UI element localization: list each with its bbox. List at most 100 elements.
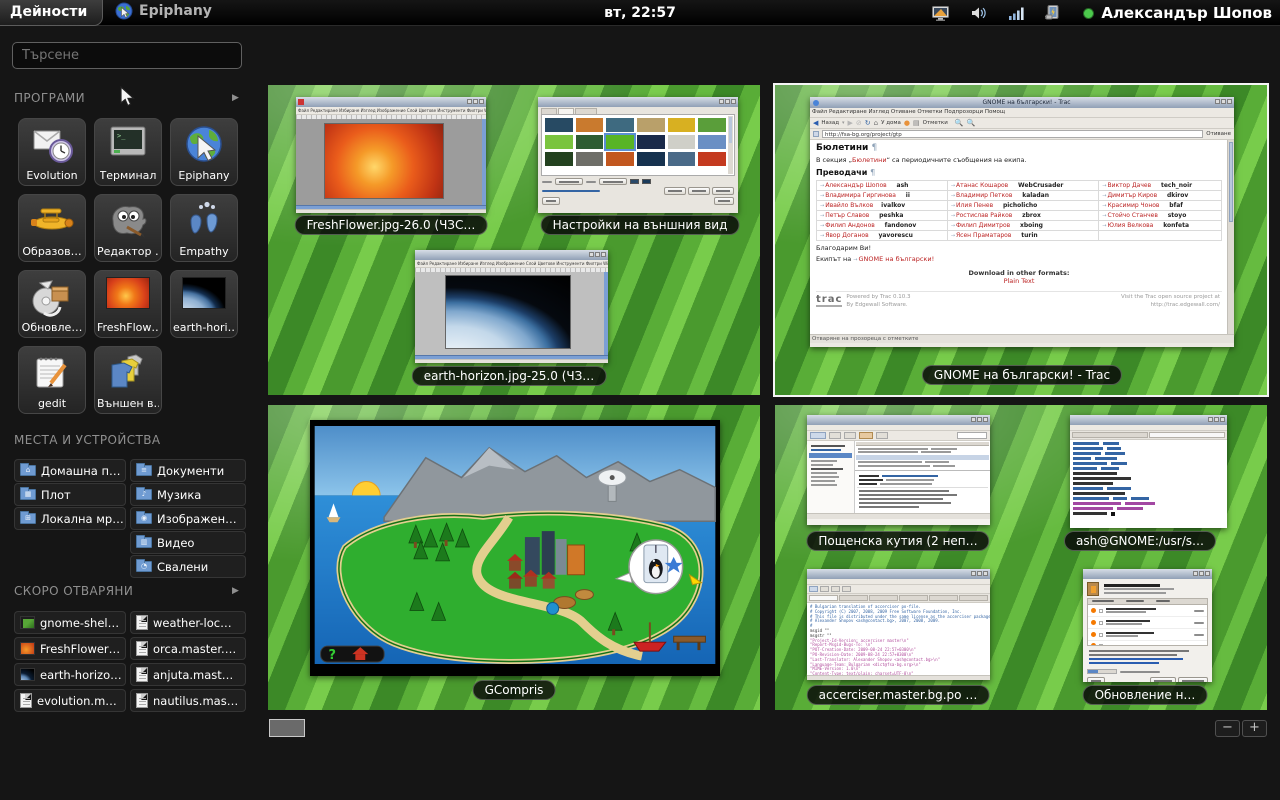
zoom-in-icon[interactable]: 🔍: [955, 119, 964, 127]
document-icon: [136, 641, 148, 656]
svg-text:>_: >_: [117, 132, 126, 140]
place-home[interactable]: ⌂ Домашна п…: [14, 459, 126, 482]
bulletins-link[interactable]: Бюлетини: [852, 156, 887, 164]
software-update-icon: [30, 277, 74, 317]
network-signal-icon[interactable]: [1009, 7, 1025, 20]
place-local-network[interactable]: ⊞ Локална мр…: [14, 507, 126, 530]
svg-text:?: ?: [329, 648, 336, 663]
window-thumb-gcompris[interactable]: ?: [310, 420, 720, 676]
browser-toolbar[interactable]: ◀ Назад ▾ ▶ ⊘ ↻ ⌂ У дома ● ▤ Отметки 🔍 🔍: [810, 118, 1234, 129]
window-thumb-updates[interactable]: [1083, 569, 1212, 682]
url-entry[interactable]: http://fsa-bg.org/project/gtp: [822, 130, 1203, 138]
app-tile-epiphany[interactable]: Epiphany: [170, 118, 238, 186]
plain-text-link[interactable]: Plain Text: [816, 277, 1222, 285]
app-label: Терминал: [100, 169, 157, 182]
battery-icon[interactable]: [1045, 5, 1063, 21]
window-label: Настройки на външния вид: [541, 215, 740, 235]
app-label: earth-hori…: [173, 321, 235, 334]
app-tile-gedit[interactable]: gedit: [18, 346, 86, 414]
network-icon: ⊞: [20, 513, 36, 524]
workspace-bottom-right[interactable]: Пощенска кутия (2 неп…: [775, 405, 1267, 710]
window-buttons: [467, 99, 484, 104]
app-tile-earth-horizon[interactable]: earth-hori…: [170, 270, 238, 338]
bookmarks-icon[interactable]: ▤: [913, 119, 920, 127]
add-workspace-button[interactable]: +: [1242, 720, 1267, 737]
app-tile-empathy[interactable]: Empathy: [170, 194, 238, 262]
window-thumb-terminal[interactable]: [1070, 415, 1227, 528]
team-link[interactable]: GNOME на български!: [858, 255, 934, 263]
videos-folder-icon: ▥: [136, 537, 152, 548]
place-documents[interactable]: ≡ Документи: [130, 459, 246, 482]
recent-gnome-shell[interactable]: gnome-shel…: [14, 611, 126, 634]
recent-header: СКОРО ОТВАРЯНИ: [14, 584, 133, 598]
recent-orca-master[interactable]: orca.master.…: [130, 637, 246, 660]
workspace-top-left[interactable]: Файл Редактиране Избиране Изглед Изображ…: [268, 85, 760, 395]
recent-evolution-master[interactable]: evolution.m…: [14, 689, 126, 712]
place-pictures[interactable]: ◉ Изображен…: [130, 507, 246, 530]
place-downloads[interactable]: ◔ Свалени: [130, 555, 246, 578]
message-area: [855, 441, 990, 513]
bookmarks-label: Отметки: [923, 120, 948, 126]
document-icon: [20, 693, 32, 708]
user-menu[interactable]: Александър Шопов: [1083, 4, 1272, 22]
places-header: МЕСТА И УСТРОЙСТВА: [14, 433, 161, 447]
app-tile-appearance[interactable]: Външен в…: [94, 346, 162, 414]
window-thumb-earth-gimp[interactable]: Файл Редактиране Избиране Изглед Изображ…: [415, 250, 608, 363]
recent-label: earth-horizo…: [40, 668, 122, 682]
place-label: Документи: [157, 464, 224, 478]
recent-anjuta-master[interactable]: anjuta.mast…: [130, 663, 246, 686]
workspace-indicator[interactable]: [269, 719, 305, 737]
browser-menubar[interactable]: Файл Редактиране Изглед Отиване Отметки …: [810, 108, 1234, 118]
place-desktop[interactable]: ▦ Плот: [14, 483, 126, 506]
history-icon[interactable]: ●: [904, 119, 910, 127]
forward-icon[interactable]: ▶: [848, 119, 853, 127]
wallpaper-grid[interactable]: [545, 118, 726, 166]
browser-window-title: GNOME на български! - Trac: [819, 98, 1234, 108]
window-thumb-epiphany-trac[interactable]: GNOME на български! - Trac Файл Редактир…: [810, 97, 1234, 347]
app-label: Редактор …: [97, 245, 159, 258]
app-tile-terminal[interactable]: >_ Терминал: [94, 118, 162, 186]
reload-icon[interactable]: ↻: [865, 119, 871, 127]
recent-nautilus-master[interactable]: nautilus.mas…: [130, 689, 246, 712]
recent-freshflower[interactable]: FreshFlower…: [14, 637, 126, 660]
window-label: GCompris: [473, 680, 556, 700]
back-label: Назад: [821, 120, 839, 126]
browser-addressbar[interactable]: http://fsa-bg.org/project/gtp Отиване: [810, 129, 1234, 140]
remove-workspace-button[interactable]: −: [1215, 720, 1240, 737]
gedit-text-area: # Bulgarian translation of accerciser po…: [807, 603, 990, 675]
gimp-icon: [107, 201, 149, 241]
app-tile-gcompris[interactable]: Образов…: [18, 194, 86, 262]
window-label: accerciser.master.bg.po …: [807, 685, 990, 705]
workspace-bottom-left[interactable]: ? GCompris: [268, 405, 760, 710]
home-icon[interactable]: ⌂: [874, 119, 878, 127]
gimp-menubar: Файл Редактиране Избиране Изглед Изображ…: [415, 260, 608, 268]
browser-scrollbar[interactable]: [1227, 140, 1234, 334]
place-videos[interactable]: ▥ Видео: [130, 531, 246, 554]
window-thumb-freshflower-gimp[interactable]: Файл Редактиране Избиране Изглед Изображ…: [296, 97, 486, 213]
volume-icon[interactable]: [971, 6, 989, 20]
app-tile-freshflower[interactable]: FreshFlow…: [94, 270, 162, 338]
search-input[interactable]: [12, 42, 242, 69]
earth-thumbnail-icon: [20, 668, 35, 681]
display-settings-icon[interactable]: [932, 6, 951, 21]
window-thumb-evolution[interactable]: [807, 415, 990, 525]
recent-label: gnome-shel…: [40, 616, 119, 630]
back-icon[interactable]: ◀: [813, 119, 818, 127]
document-icon: [136, 615, 148, 630]
place-music[interactable]: ♪ Музика: [130, 483, 246, 506]
app-tile-evolution[interactable]: Evolution: [18, 118, 86, 186]
stop-icon[interactable]: ⊘: [856, 119, 862, 127]
app-tile-software-update[interactable]: Обновле…: [18, 270, 86, 338]
recent-expander-icon[interactable]: ▶: [232, 586, 239, 596]
app-label: gedit: [38, 397, 66, 410]
workspace-top-right-active[interactable]: GNOME на български! - Trac Файл Редактир…: [773, 83, 1269, 397]
window-label: ash@GNOME:/usr/s…: [1064, 531, 1216, 551]
window-thumb-gedit[interactable]: # Bulgarian translation of accerciser po…: [807, 569, 990, 680]
zoom-out-icon[interactable]: 🔍: [967, 119, 976, 127]
go-button[interactable]: Отиване: [1206, 131, 1231, 137]
recent-earth-horizon[interactable]: earth-horizo…: [14, 663, 126, 686]
app-tile-gimp[interactable]: Редактор …: [94, 194, 162, 262]
programs-expander-icon[interactable]: ▶: [232, 93, 239, 103]
window-thumb-appearance[interactable]: [538, 97, 738, 213]
recent-weather-loc[interactable]: weather-loc…: [130, 611, 246, 634]
